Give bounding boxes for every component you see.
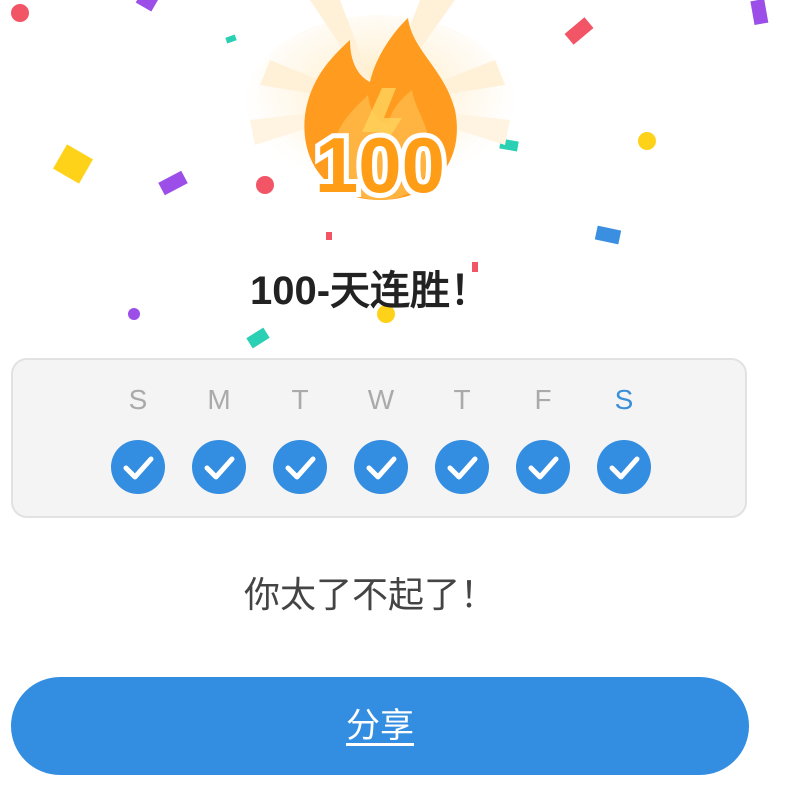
confetti-piece (246, 327, 270, 349)
check-icon (273, 440, 327, 494)
share-button-label: 分享 (346, 706, 414, 746)
confetti-piece (594, 225, 622, 245)
day-column: T (270, 360, 330, 520)
check-icon (435, 440, 489, 494)
day-column: M (189, 360, 249, 520)
check-icon (111, 440, 165, 494)
check-icon (597, 440, 651, 494)
check-icon (354, 440, 408, 494)
day-label: F (534, 384, 552, 415)
share-button[interactable]: 分享 (11, 677, 749, 775)
confetti-piece (135, 0, 159, 12)
day-label: T (291, 384, 309, 415)
confetti-piece (564, 17, 594, 45)
day-label: S (128, 384, 148, 415)
confetti-piece (326, 232, 332, 240)
day-column: T (432, 360, 492, 520)
day-column-today: S (594, 360, 654, 520)
check-icon (192, 440, 246, 494)
confetti-piece (11, 4, 29, 22)
streak-title: 100-天连胜！ (249, 269, 491, 313)
day-label-today: S (614, 384, 634, 415)
day-column: W (351, 360, 411, 520)
confetti-piece (750, 0, 769, 26)
day-label: M (207, 384, 231, 415)
day-label: W (367, 384, 395, 415)
day-label: T (453, 384, 471, 415)
badge-number: 100 (315, 121, 445, 209)
week-tracker: S M T W T F S (11, 358, 747, 518)
streak-badge: 100 (245, 0, 515, 214)
confetti-piece (638, 132, 656, 150)
confetti-piece (53, 144, 93, 184)
day-column: F (513, 360, 573, 520)
day-column: S (108, 360, 168, 520)
confetti-piece (158, 170, 188, 196)
check-icon (516, 440, 570, 494)
congrats-message: 你太了不起了！ (243, 575, 496, 616)
